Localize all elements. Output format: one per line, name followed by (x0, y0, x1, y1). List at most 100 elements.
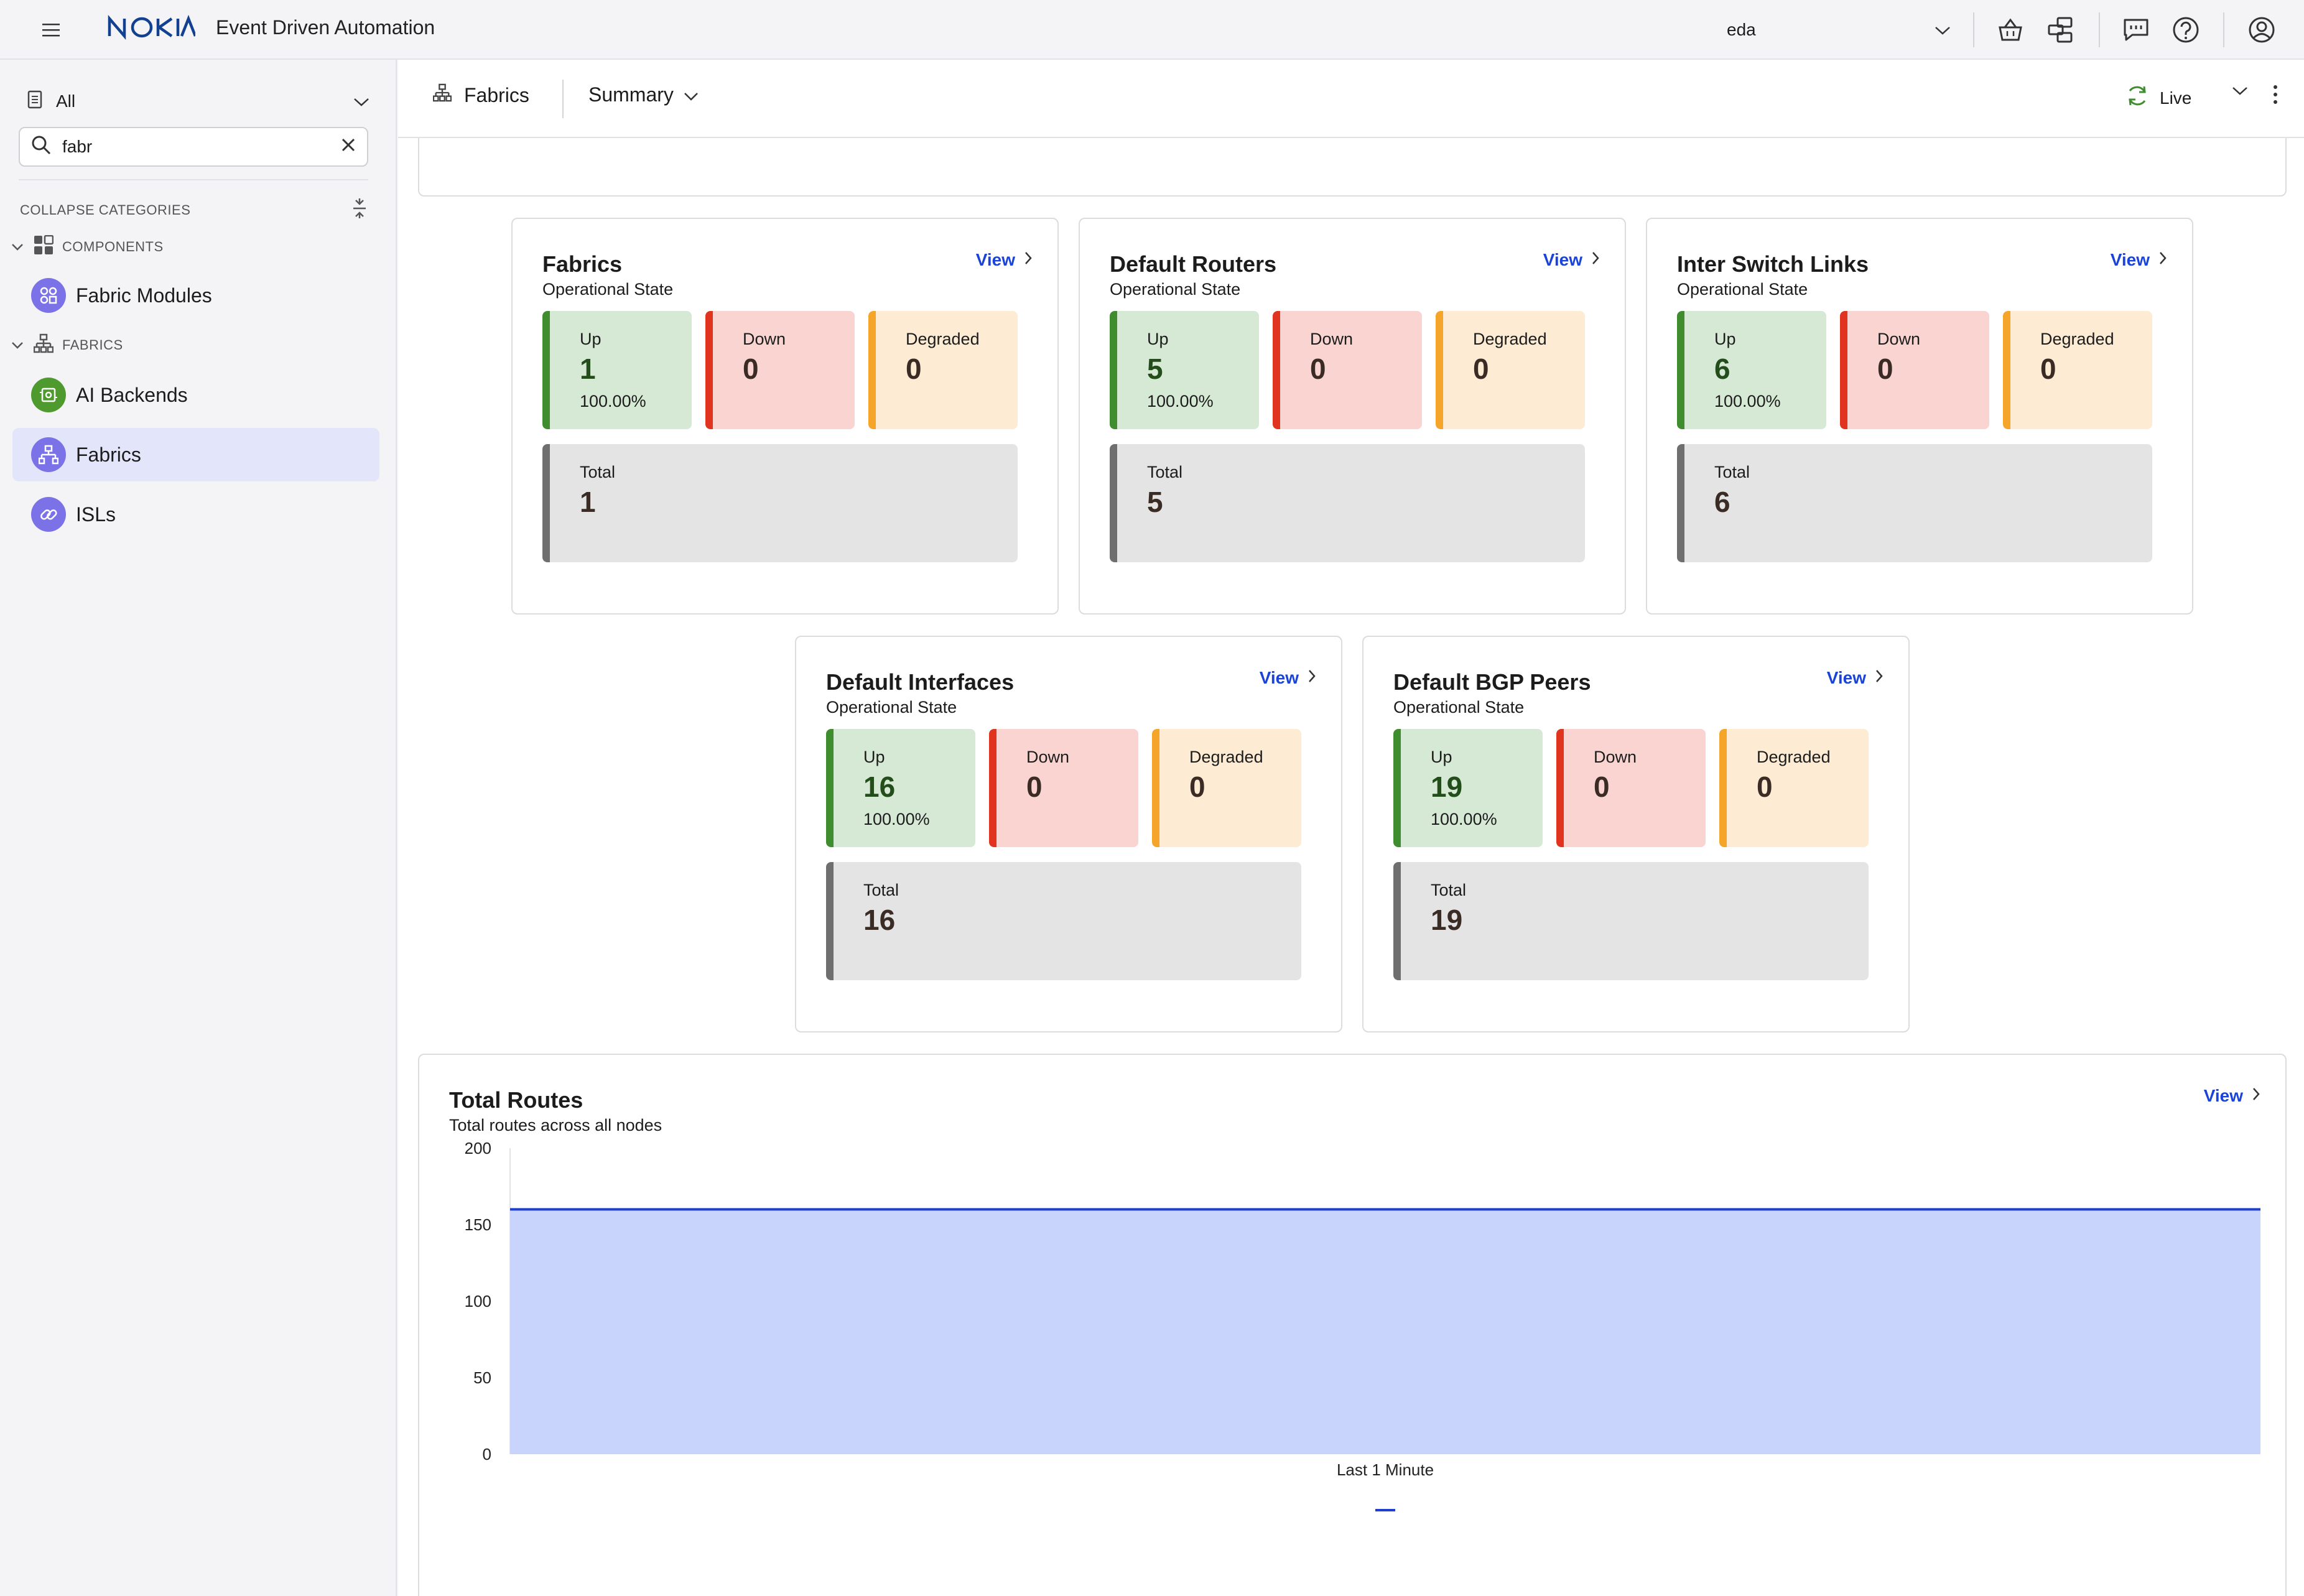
divider (2223, 12, 2224, 47)
tile-value: 0 (2040, 353, 2056, 385)
category-label: COMPONENTS (62, 239, 164, 254)
chevron-down-icon[interactable] (2232, 86, 2248, 99)
status-tile-total[interactable]: Total 19 (1393, 862, 1869, 980)
tile-value: 0 (1877, 353, 1893, 385)
view-link[interactable]: View (976, 250, 1033, 270)
live-label: Live (2160, 88, 2192, 108)
live-toggle[interactable]: Live (2125, 83, 2191, 113)
chat-icon[interactable] (2120, 14, 2152, 46)
status-tile-up[interactable]: Up 16 100.00% (826, 729, 975, 847)
tile-label: Total (863, 881, 899, 899)
y-tick-label: 50 (473, 1368, 491, 1387)
tile-value: 6 (1714, 486, 1730, 518)
view-label: View (1543, 250, 1582, 269)
collapse-all-icon[interactable] (351, 198, 368, 223)
breadcrumb[interactable]: Fabrics (432, 83, 529, 107)
card-title: Fabrics (542, 251, 623, 277)
status-tile-total[interactable]: Total 6 (1677, 444, 2152, 562)
stat-card-default-interfaces: Default Interfaces Operational State Vie… (795, 636, 1342, 1032)
category-components[interactable]: COMPONENTS (11, 234, 164, 259)
collapse-categories[interactable]: COLLAPSE CATEGORIES (20, 198, 368, 223)
breadcrumb-label: Fabrics (464, 83, 529, 106)
card-title: Default Routers (1110, 251, 1277, 277)
status-tile-degraded[interactable]: Degraded 0 (1436, 311, 1585, 429)
card-title: Default Interfaces (826, 669, 1015, 695)
tile-label: Up (1147, 330, 1169, 348)
tile-label: Up (1714, 330, 1736, 348)
tile-label: Down (1310, 330, 1354, 348)
sidebar-item-ai-backends[interactable]: AI Backends (12, 368, 379, 422)
clear-icon[interactable] (341, 137, 356, 157)
chevron-right-icon (1591, 250, 1600, 270)
view-select[interactable]: Summary (588, 83, 699, 106)
status-tile-up[interactable]: Up 1 100.00% (542, 311, 692, 429)
sidebar-item-fabric-modules[interactable]: Fabric Modules (12, 269, 379, 322)
filter-select[interactable]: All (27, 85, 369, 118)
stat-card-fabrics: Fabrics Operational State View Up 1 100.… (511, 218, 1059, 615)
x-axis-label: Last 1 Minute (1337, 1460, 1434, 1479)
status-tile-degraded[interactable]: Degraded 0 (1719, 729, 1869, 847)
ai-backends-icon (31, 378, 66, 412)
divider (1973, 12, 1974, 47)
sidebar-item-fabrics[interactable]: Fabrics (12, 428, 379, 481)
divider (19, 179, 368, 180)
card-subtitle: Operational State (1393, 698, 1525, 717)
card-subtitle: Operational State (826, 698, 957, 717)
view-label: View (1826, 668, 1866, 687)
sidebar-item-isls[interactable]: ISLs (12, 488, 379, 541)
status-tile-up[interactable]: Up 5 100.00% (1110, 311, 1259, 429)
help-icon[interactable] (2170, 14, 2202, 46)
status-tile-degraded[interactable]: Degraded 0 (2003, 311, 2152, 429)
tile-percent: 100.00% (1147, 392, 1214, 411)
tile-percent: 100.00% (580, 392, 646, 411)
search-input[interactable]: fabr (19, 127, 368, 167)
user-icon[interactable] (2246, 14, 2278, 46)
status-tile-degraded[interactable]: Degraded 0 (868, 311, 1018, 429)
basket-icon[interactable] (1994, 14, 2027, 46)
sidebar: All fabr COLLAPSE CATEGORIES COMPONENTS (0, 60, 397, 1596)
namespace-select[interactable]: eda (1727, 16, 1951, 44)
nokia-logo (107, 14, 197, 43)
tile-value: 5 (1147, 353, 1163, 385)
chevron-down-icon (353, 91, 369, 111)
view-link[interactable]: View (1260, 668, 1316, 688)
fabric-modules-icon (31, 278, 66, 313)
tile-value: 0 (1594, 771, 1610, 803)
status-tile-total[interactable]: Total 16 (826, 862, 1301, 980)
card-subtitle: Operational State (542, 280, 674, 299)
app-title: Event Driven Automation (216, 16, 435, 39)
tile-value: 6 (1714, 353, 1730, 385)
main-content: Fabrics Operational State View Up 1 100.… (398, 138, 2304, 1596)
view-link[interactable]: View (1827, 668, 1884, 688)
status-tile-degraded[interactable]: Degraded 0 (1152, 729, 1301, 847)
status-tile-total[interactable]: Total 5 (1110, 444, 1585, 562)
view-link[interactable]: View (1543, 250, 1600, 270)
status-tile-total[interactable]: Total 1 (542, 444, 1018, 562)
tile-label: Up (580, 330, 602, 348)
more-options-icon[interactable] (2273, 83, 2278, 109)
y-tick-label: 200 (465, 1139, 491, 1158)
tile-value: 19 (1431, 904, 1463, 936)
status-tile-down[interactable]: Down 0 (1556, 729, 1706, 847)
tile-label: Down (1877, 330, 1921, 348)
tile-value: 0 (1310, 353, 1326, 385)
category-fabrics[interactable]: FABRICS (11, 333, 123, 357)
status-tile-up[interactable]: Up 19 100.00% (1393, 729, 1543, 847)
chevron-down-icon (684, 83, 699, 106)
workflow-icon[interactable] (2044, 14, 2076, 46)
view-link[interactable]: View (2111, 250, 2167, 270)
tile-label: Up (1431, 748, 1452, 766)
menu-icon[interactable] (37, 16, 65, 44)
status-tile-down[interactable]: Down 0 (705, 311, 855, 429)
status-tile-down[interactable]: Down 0 (1840, 311, 1989, 429)
stat-card-default-bgp-peers: Default BGP Peers Operational State View… (1362, 636, 1910, 1032)
status-tile-up[interactable]: Up 6 100.00% (1677, 311, 1826, 429)
namespace-value: eda (1727, 20, 1756, 39)
total-routes-card: Total Routes Total routes across all nod… (418, 1054, 2287, 1596)
card-title: Inter Switch Links (1677, 251, 1869, 277)
status-tile-down[interactable]: Down 0 (1273, 311, 1422, 429)
status-tile-down[interactable]: Down 0 (989, 729, 1138, 847)
sidebar-item-label: Fabric Modules (76, 284, 212, 307)
chevron-right-icon (1024, 250, 1033, 270)
tile-label: Degraded (906, 330, 980, 348)
